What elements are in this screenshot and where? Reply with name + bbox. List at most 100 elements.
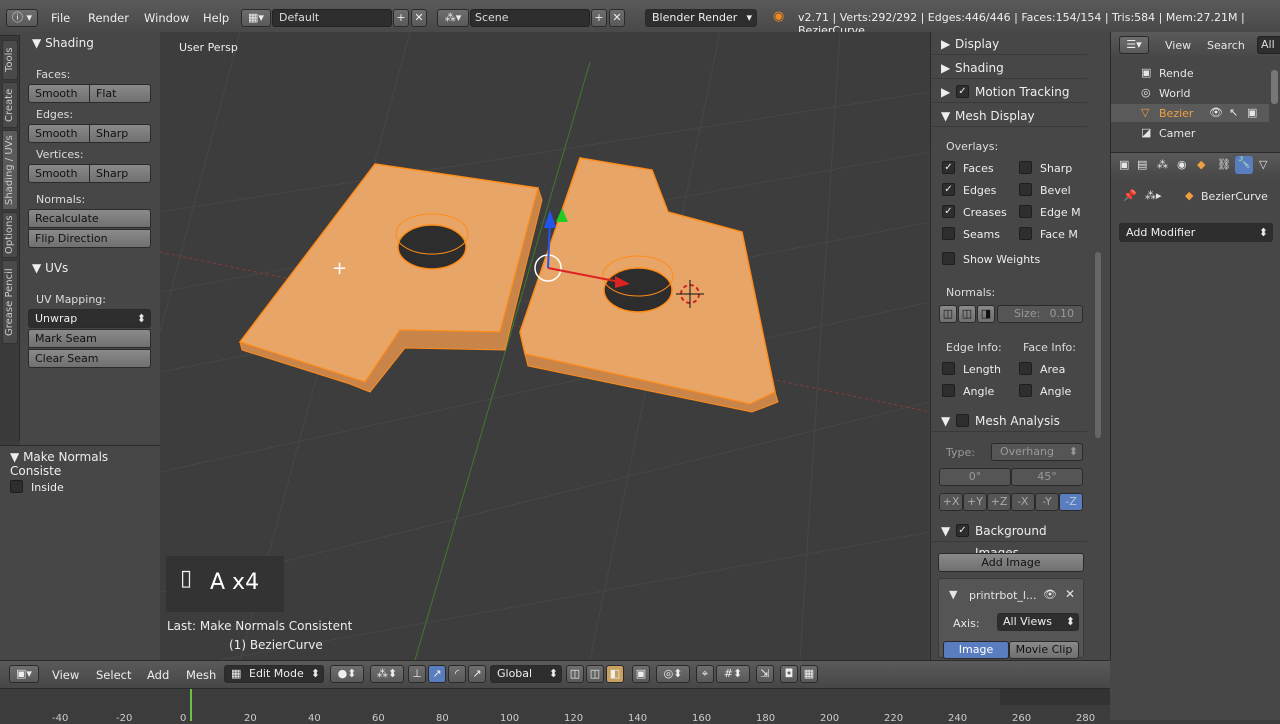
remove-image-icon[interactable]: ✕ <box>1065 587 1075 601</box>
axis-plus-z-button[interactable]: +Z <box>987 493 1011 511</box>
axis-minus-z-button[interactable]: -Z <box>1059 493 1083 511</box>
menu-file[interactable]: File <box>51 11 70 25</box>
menu-window[interactable]: Window <box>144 11 189 25</box>
mesh-display-header[interactable]: ▼ Mesh Display <box>931 105 1087 127</box>
vertex-select-icon[interactable]: ◫ <box>566 665 584 683</box>
proportional-edit-select[interactable]: ◎⬍ <box>656 665 690 683</box>
normal-size-field[interactable]: Size: 0.10 <box>997 305 1083 323</box>
outliner-editor-icon[interactable]: ☰▾ <box>1119 36 1149 54</box>
loop-normals-icon[interactable]: ◫ <box>958 305 976 323</box>
axis-plus-x-button[interactable]: +X <box>939 493 963 511</box>
render-engine-select[interactable]: Blender Render ▾ <box>645 9 757 27</box>
scene-context-icon[interactable]: ⁂ <box>1157 158 1168 171</box>
pin-icon[interactable]: 📌 <box>1123 189 1137 202</box>
motion-tracking-checkbox[interactable]: ✓ <box>956 85 969 98</box>
axis-plus-y-button[interactable]: +Y <box>963 493 987 511</box>
snap-target-icon[interactable]: ⇲ <box>756 665 774 683</box>
world-context-icon[interactable]: ◉ <box>1177 158 1187 171</box>
tab-tools[interactable]: Tools <box>2 40 18 80</box>
viewport-shading-select[interactable]: ●⬍ <box>330 665 364 683</box>
menu-mesh[interactable]: Mesh <box>186 668 216 682</box>
render-camera-icon[interactable]: ▣ <box>1247 106 1257 119</box>
menu-select[interactable]: Select <box>96 668 131 682</box>
layout-add-icon[interactable]: + <box>393 9 409 27</box>
display-panel-header[interactable]: ▶ Display <box>931 33 1087 55</box>
recalculate-button[interactable]: Recalculate <box>28 209 151 228</box>
snap-toggle-icon[interactable]: ⌖ <box>696 665 714 683</box>
constraints-context-icon[interactable]: ⛓ <box>1217 158 1231 171</box>
analysis-type-select[interactable]: Overhang ⬍ <box>991 443 1083 461</box>
tab-options[interactable]: Options <box>2 212 18 258</box>
scene-close-icon[interactable]: ✕ <box>609 9 625 27</box>
vertices-smooth-button[interactable]: Smooth <box>28 164 90 183</box>
operator-panel-header[interactable]: ▼ Make Normals Consiste <box>10 450 160 478</box>
menu-help[interactable]: Help <box>203 11 229 25</box>
pivot-point-select[interactable]: ⁂⬍ <box>370 665 404 683</box>
rotate-manipulator-icon[interactable]: ◜ <box>448 665 466 683</box>
outliner-scrollbar[interactable] <box>1271 70 1278 104</box>
faces-flat-button[interactable]: Flat <box>89 84 151 103</box>
editor-type-info-icon[interactable]: ⓘ ▾ <box>6 9 38 27</box>
face-normals-icon[interactable]: ◨ <box>977 305 995 323</box>
edge-select-icon[interactable]: ◫ <box>586 665 604 683</box>
angle-max-field[interactable]: 45° <box>1011 468 1083 486</box>
modifiers-wrench-icon[interactable]: 🔧 <box>1235 156 1253 174</box>
uvs-panel-header[interactable]: ▼ UVs <box>32 261 68 275</box>
face-select-icon[interactable]: ◧ <box>606 665 624 683</box>
creases-overlay-checkbox[interactable]: ✓ <box>942 205 955 218</box>
translate-manipulator-icon[interactable]: ↗ <box>428 665 446 683</box>
show-weights-checkbox[interactable] <box>942 252 955 265</box>
outliner-item-world[interactable]: World <box>1159 87 1191 100</box>
visibility-eye-icon[interactable]: 👁 <box>1209 106 1223 119</box>
vertices-sharp-button[interactable]: Sharp <box>89 164 151 183</box>
collapse-arrow-icon[interactable]: ▼ <box>949 588 957 601</box>
bevel-overlay-checkbox[interactable] <box>1019 183 1032 196</box>
axis-select[interactable]: All Views ⬍ <box>997 613 1079 631</box>
axis-minus-x-button[interactable]: -X <box>1011 493 1035 511</box>
edges-smooth-button[interactable]: Smooth <box>28 124 90 143</box>
edges-overlay-checkbox[interactable]: ✓ <box>942 183 955 196</box>
shading-panel-header[interactable]: ▼ Shading <box>32 36 94 50</box>
edge-angle-checkbox[interactable] <box>942 384 955 397</box>
edge-marks-checkbox[interactable] <box>1019 205 1032 218</box>
properties-scrollbar[interactable] <box>1095 252 1101 438</box>
clear-seam-button[interactable]: Clear Seam <box>28 349 151 368</box>
edge-length-checkbox[interactable] <box>942 362 955 375</box>
face-angle-checkbox[interactable] <box>1019 384 1032 397</box>
outliner-view-menu[interactable]: View <box>1165 39 1191 52</box>
sharp-overlay-checkbox[interactable] <box>1019 161 1032 174</box>
face-marks-checkbox[interactable] <box>1019 227 1032 240</box>
eye-icon[interactable]: 👁 <box>1043 588 1057 601</box>
scene-selector-icon[interactable]: ⁂▾ <box>437 9 469 27</box>
occlude-geometry-icon[interactable]: ▣ <box>632 665 650 683</box>
faces-smooth-button[interactable]: Smooth <box>28 84 90 103</box>
movie-clip-source-tab[interactable]: Movie Clip <box>1009 641 1079 659</box>
editor-type-3d-icon[interactable]: ▣▾ <box>9 665 39 683</box>
outliner-filter-select[interactable]: All S <box>1257 36 1280 54</box>
timeline[interactable]: -40 -20 0 20 40 60 80 100 120 140 160 180 200 220 240 2… <box>0 688 1110 724</box>
layout-name-field[interactable]: Default <box>272 9 392 27</box>
snap-element-select[interactable]: #⬍ <box>716 665 750 683</box>
scene-add-icon[interactable]: + <box>591 9 607 27</box>
inside-checkbox[interactable] <box>10 480 23 493</box>
edges-sharp-button[interactable]: Sharp <box>89 124 151 143</box>
outliner-item-render[interactable]: Rende <box>1159 67 1194 80</box>
layout-close-icon[interactable]: ✕ <box>411 9 427 27</box>
menu-add[interactable]: Add <box>147 668 169 682</box>
tab-shading-uvs[interactable]: Shading / UVs <box>2 130 18 210</box>
3d-viewport[interactable]: + User Persp ▯ A x4 Last: Make Normals C… <box>160 32 930 660</box>
face-area-checkbox[interactable] <box>1019 362 1032 375</box>
background-images-checkbox[interactable]: ✓ <box>956 524 969 537</box>
shading-prop-header[interactable]: ▶ Shading <box>931 57 1087 79</box>
layers-context-icon[interactable]: ▤ <box>1137 158 1147 171</box>
render-context-icon[interactable]: ▣ <box>1119 158 1129 171</box>
image-source-tab[interactable]: Image <box>943 641 1009 659</box>
render-opengl-icon[interactable]: ◘ <box>780 665 798 683</box>
tab-grease-pencil[interactable]: Grease Pencil <box>2 260 18 344</box>
tab-create[interactable]: Create <box>2 82 18 128</box>
orientation-select[interactable]: Global ⬍ <box>490 665 562 683</box>
seams-overlay-checkbox[interactable] <box>942 227 955 240</box>
select-cursor-icon[interactable]: ↖ <box>1229 106 1238 119</box>
scene-name-field[interactable]: Scene <box>470 9 590 27</box>
render-anim-icon[interactable]: ▦ <box>800 665 818 683</box>
